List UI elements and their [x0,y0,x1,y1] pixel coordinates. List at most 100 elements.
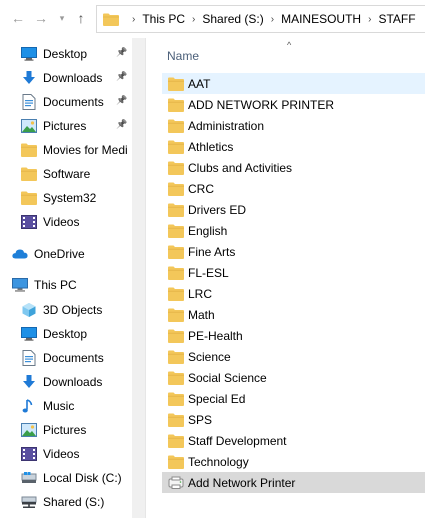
cloud-icon [12,246,28,262]
music-icon [21,398,37,414]
file-row-add-network-printer[interactable]: Add Network Printer [162,472,425,493]
nav-item-label: Documents [43,351,104,365]
this-pc-3d-objects[interactable]: 3D Objects [21,298,102,322]
breadcrumb-this-pc[interactable]: This PC [142,12,185,26]
desktop-icon [21,46,37,62]
navigation-pane-scrollbar[interactable] [132,38,146,518]
file-row-special-ed[interactable]: Special Ed [162,388,425,409]
quick-access-documents[interactable]: Documents [21,90,104,114]
quick-access-movies-for-medi[interactable]: Movies for Medi [21,138,128,162]
folder-icon [168,160,184,176]
file-row-math[interactable]: Math [162,304,425,325]
folder-icon [168,454,184,470]
file-row-fl-esl[interactable]: FL-ESL [162,262,425,283]
file-row-science[interactable]: Science [162,346,425,367]
nav-item-label: Downloads [43,71,103,85]
folder-icon [21,190,37,206]
pin-icon: 📌 [116,47,128,57]
quick-access-downloads[interactable]: Downloads [21,66,102,90]
file-row-sps[interactable]: SPS [162,409,425,430]
file-row-clubs-and-activities[interactable]: Clubs and Activities [162,157,425,178]
file-row-drivers-ed[interactable]: Drivers ED [162,199,425,220]
file-name: Math [188,307,215,322]
file-name: Athletics [188,139,234,154]
up-icon[interactable]: ↑ [73,10,89,26]
breadcrumb-chevron-icon[interactable]: › [132,14,135,25]
nav-item-label: Videos [43,447,80,461]
this-pc-downloads[interactable]: Downloads [21,370,102,394]
folder-icon [168,433,184,449]
folder-icon [21,142,37,158]
network-drive-icon [21,494,37,510]
address-bar[interactable]: › This PC › Shared (S:) › MAINESOUTH › STAFF [96,5,425,33]
breadcrumb-staff[interactable]: STAFF [378,12,415,26]
nav-onedrive[interactable]: OneDrive [12,242,85,266]
file-row-administration[interactable]: Administration [162,115,425,136]
breadcrumb-chevron-icon[interactable]: › [368,14,371,25]
folder-icon [168,286,184,302]
file-row-athletics[interactable]: Athletics [162,136,425,157]
back-icon[interactable]: ← [10,10,26,26]
navigation-pane: Desktop 📌 Downloads 📌 Documents 📌 Pictures 📌 Mov… [0,38,132,518]
this-pc-local-disk-c[interactable]: Local Disk (C:) [21,466,122,490]
folder-icon [168,139,184,155]
file-name: Add Network Printer [188,475,296,490]
desktop-icon [21,326,37,342]
downloads-icon [21,70,37,86]
file-row-social-science[interactable]: Social Science [162,367,425,388]
shortcut-icon [168,475,184,491]
file-name: English [188,223,228,238]
nav-item-label: Videos [43,215,80,229]
this-pc-pictures[interactable]: Pictures [21,418,86,442]
folder-icon [168,202,184,218]
folder-icon [168,412,184,428]
this-pc-music[interactable]: Music [21,394,74,418]
breadcrumb-shared-s[interactable]: Shared (S:) [202,12,263,26]
sort-ascending-icon: ^ [287,40,292,50]
file-row-lrc[interactable]: LRC [162,283,425,304]
this-pc-shared-s[interactable]: Shared (S:) [21,490,104,514]
quick-access-software[interactable]: Software [21,162,90,186]
nav-item-label: Movies for Medi [43,143,128,157]
file-name: FL-ESL [188,265,229,280]
this-pc-documents[interactable]: Documents [21,346,104,370]
file-name: Fine Arts [188,244,236,259]
file-name: Technology [188,454,249,469]
file-row-staff-development[interactable]: Staff Development [162,430,425,451]
quick-access-desktop[interactable]: Desktop [21,42,87,66]
nav-item-label: Pictures [43,423,87,437]
file-row-english[interactable]: English [162,220,425,241]
quick-access-pictures[interactable]: Pictures [21,114,86,138]
file-name: Drivers ED [188,202,247,217]
breadcrumb-chevron-icon[interactable]: › [271,14,274,25]
forward-icon[interactable]: → [33,10,49,26]
this-pc-desktop[interactable]: Desktop [21,322,87,346]
breadcrumb-mainesouth[interactable]: MAINESOUTH [281,12,361,26]
this-pc-videos[interactable]: Videos [21,442,79,466]
nav-item-label: 3D Objects [43,303,103,317]
nav-item-label: Music [43,399,75,413]
column-header-name[interactable]: ^ Name [146,38,425,70]
pin-icon: 📌 [116,71,128,81]
pin-icon: 📌 [116,95,128,105]
file-row-fine-arts[interactable]: Fine Arts [162,241,425,262]
nav-this-pc[interactable]: This PC [12,273,77,297]
recent-locations-chevron-icon[interactable]: ▾ [54,10,70,26]
documents-icon [21,94,37,110]
file-row-crc[interactable]: CRC [162,178,425,199]
file-name: Clubs and Activities [188,160,293,175]
folder-icon [168,349,184,365]
address-toolbar: ← → ▾ ↑ › This PC › Shared (S:) › MAINESOUTH ›… [0,0,425,38]
folder-icon [103,13,119,26]
file-row-add-network-printer[interactable]: ADD NETWORK PRINTER [162,94,425,115]
breadcrumb-chevron-icon[interactable]: › [192,14,195,25]
file-row-technology[interactable]: Technology [162,451,425,472]
folder-icon [21,166,37,182]
quick-access-videos[interactable]: Videos [21,210,79,234]
file-name: SPS [188,412,213,427]
file-row-pe-health[interactable]: PE-Health [162,325,425,346]
file-row-aat[interactable]: AAT [162,73,425,94]
documents-icon [21,350,37,366]
quick-access-system32[interactable]: System32 [21,186,96,210]
nav-item-label: This PC [34,278,77,292]
